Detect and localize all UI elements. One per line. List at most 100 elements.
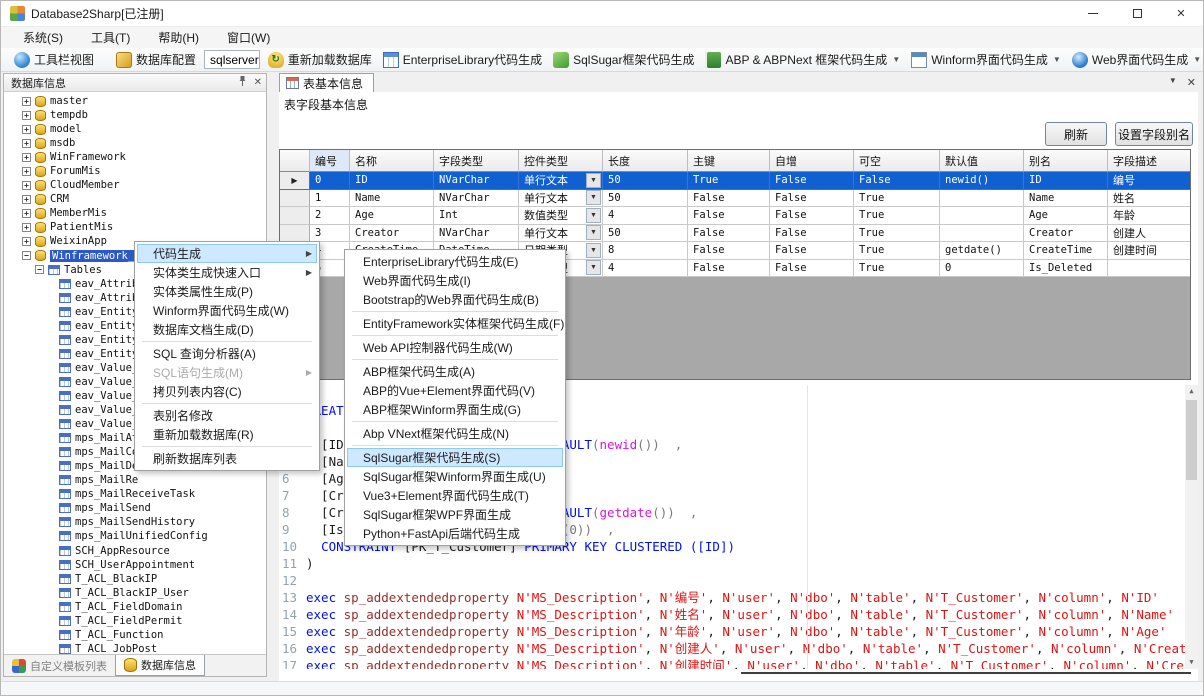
panel-close-icon[interactable]: ✕ [254,77,262,88]
grid-cell[interactable]: 50 [603,172,688,190]
sub-menu-item[interactable]: EntityFramework实体框架代码生成(F) [347,314,563,333]
dropdown-arrow-icon[interactable]: ▼ [1193,55,1201,64]
tree-node[interactable]: T_ACL_FieldPermit [4,614,266,628]
scroll-up-icon[interactable]: ▲ [1185,385,1198,398]
row-selector-cell[interactable] [280,190,310,208]
grid-cell[interactable]: False [688,190,770,208]
grid-cell[interactable]: False [688,225,770,243]
toolbar-button[interactable]: Winform界面代码生成▼ [908,50,1064,69]
grid-corner-cell[interactable] [280,150,310,172]
grid-column-header[interactable]: 自增 [770,150,854,172]
grid-cell[interactable]: 创建时间 [1108,242,1191,260]
context-menu-item[interactable]: 重新加载数据库(R) [137,425,317,444]
grid-cell[interactable] [1108,260,1191,278]
cell-dropdown-icon[interactable]: ▼ [586,208,601,223]
sub-menu-item[interactable]: ABP的Vue+Element界面代码(V) [347,381,563,400]
tree-node[interactable]: SCH_UserAppointment [4,558,266,572]
menu-top-item[interactable]: 工具(T) [77,27,144,48]
context-menu-item[interactable]: 表别名修改 [137,406,317,425]
expand-toggle-icon[interactable]: − [35,265,44,274]
toolbar-button[interactable]: ABP & ABPNext 框架代码生成▼ [702,50,903,69]
grid-cell[interactable]: 单行文本▼ [519,172,603,190]
grid-cell[interactable]: Int [434,207,519,225]
sub-menu-item[interactable]: SqlSugar框架Winform界面生成(U) [347,467,563,486]
dropdown-arrow-icon[interactable]: ▼ [892,55,900,64]
grid-cell[interactable]: True [854,260,940,278]
minimize-button[interactable] [1071,1,1115,26]
grid-cell[interactable]: newid() [940,172,1024,190]
grid-cell[interactable]: ID [350,172,434,190]
grid-cell[interactable] [940,225,1024,243]
grid-cell[interactable]: Creator [1024,225,1108,243]
expand-toggle-icon[interactable]: + [22,153,31,162]
grid-column-header[interactable]: 长度 [603,150,688,172]
grid-cell[interactable]: False [688,207,770,225]
row-selector-cell[interactable] [280,225,310,243]
expand-toggle-icon[interactable]: + [22,209,31,218]
tree-node[interactable]: mps_MailUnifiedConfig [4,529,266,543]
tree-node[interactable]: T_ACL_JobPost [4,642,266,654]
tree-node[interactable]: +PatientMis [4,220,266,234]
grid-cell[interactable]: 8 [603,242,688,260]
expand-toggle-icon[interactable]: − [22,251,31,260]
sub-menu-item[interactable]: Abp VNext框架代码生成(N) [347,424,563,443]
grid-cell[interactable]: 单行文本▼ [519,190,603,208]
panel-tab-database-info[interactable]: 数据库信息 [115,655,205,676]
grid-cell[interactable]: Name [1024,190,1108,208]
grid-column-header[interactable]: 默认值 [940,150,1024,172]
grid-cell[interactable]: 编号 [1108,172,1191,190]
tree-node[interactable]: +MemberMis [4,206,266,220]
panel-tab-template-list[interactable]: 自定义模板列表 [4,655,115,676]
grid-cell[interactable] [940,207,1024,225]
grid-cell[interactable]: Creator [350,225,434,243]
sql-vertical-scrollbar[interactable]: ▲ ▼ [1185,385,1198,669]
expand-toggle-icon[interactable]: + [22,181,31,190]
context-menu-item[interactable]: 实体类属性生成(P) [137,282,317,301]
grid-cell[interactable]: 50 [603,225,688,243]
cell-dropdown-icon[interactable]: ▼ [586,173,601,188]
grid-cell[interactable]: True [854,207,940,225]
tree-node[interactable]: +ForumMis [4,164,266,178]
grid-cell[interactable]: 0 [940,260,1024,278]
tab-table-basic-info[interactable]: 表基本信息 [279,73,374,92]
tree-node[interactable]: SCH_AppResource [4,544,266,558]
grid-cell[interactable]: 年龄 [1108,207,1191,225]
grid-column-header[interactable]: 字段描述 [1108,150,1191,172]
grid-cell[interactable]: True [688,172,770,190]
grid-cell[interactable]: False [688,260,770,278]
grid-cell[interactable]: 4 [603,260,688,278]
grid-cell[interactable]: False [770,260,854,278]
grid-column-header[interactable]: 编号 [310,150,350,172]
grid-cell[interactable]: False [770,207,854,225]
toolbar-button[interactable]: Web界面代码生成▼ [1069,50,1204,69]
tree-node[interactable]: +model [4,122,266,136]
grid-cell[interactable]: Name [350,190,434,208]
tree-node[interactable]: T_ACL_BlackIP [4,572,266,586]
grid-cell[interactable]: Is_Deleted [1024,260,1108,278]
document-close-icon[interactable]: ✕ [1187,76,1196,89]
sub-menu-item[interactable]: ABP框架代码生成(A) [347,362,563,381]
row-selector-cell[interactable] [280,207,310,225]
context-menu-item[interactable]: Winform界面代码生成(W) [137,301,317,320]
grid-cell[interactable]: False [770,172,854,190]
table-row[interactable]: 1NameNVarChar单行文本▼50FalseFalseTrueName姓名 [280,190,1190,208]
tree-node[interactable]: mps_MailReceiveTask [4,487,266,501]
tree-node[interactable]: +tempdb [4,108,266,122]
sub-menu-item[interactable]: SqlSugar框架WPF界面生成 [347,505,563,524]
database-type-combo[interactable]: sqlserver⌄ [204,50,260,69]
tree-node[interactable]: +CloudMember [4,178,266,192]
tree-node[interactable]: +master [4,94,266,108]
scrollbar-thumb[interactable] [1186,400,1197,480]
grid-cell[interactable] [940,190,1024,208]
menu-top-item[interactable]: 窗口(W) [213,27,284,48]
grid-cell[interactable]: True [854,242,940,260]
grid-column-header[interactable]: 可空 [854,150,940,172]
grid-cell[interactable]: False [770,190,854,208]
grid-cell[interactable]: 50 [603,190,688,208]
grid-cell[interactable]: False [688,242,770,260]
toolbar-button[interactable]: 数据库配置 [113,50,199,69]
refresh-button[interactable]: 刷新 [1045,122,1107,146]
tree-node[interactable]: mps_MailRe [4,473,266,487]
close-button[interactable]: ✕ [1159,1,1203,26]
cell-dropdown-icon[interactable]: ▼ [586,190,601,205]
